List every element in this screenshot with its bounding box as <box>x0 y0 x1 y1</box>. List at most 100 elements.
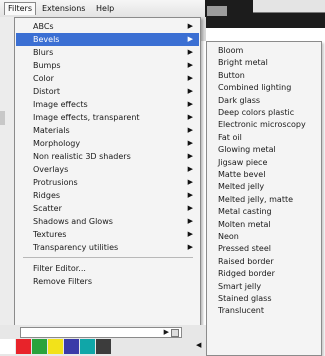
bevels-submenu-item[interactable]: Button <box>208 70 320 82</box>
bevels-submenu-item[interactable]: Dark glass <box>208 95 320 107</box>
bevels-submenu-item[interactable]: Melted jelly <box>208 181 320 193</box>
submenu-arrow-icon: ▶ <box>187 152 193 160</box>
menu-item-label: Distort <box>33 87 61 96</box>
menu-item-label: Blurs <box>33 48 54 57</box>
color-swatch[interactable] <box>16 339 31 354</box>
submenu-arrow-icon: ▶ <box>187 126 193 134</box>
submenu-arrow-icon: ▶ <box>187 113 193 121</box>
bevels-submenu-item[interactable]: Electronic microscopy <box>208 119 320 131</box>
menu-item-label: Overlays <box>33 165 69 174</box>
menu-item-label: Image effects, transparent <box>33 113 140 122</box>
submenu-arrow-icon: ▶ <box>187 87 193 95</box>
filters-menu-item[interactable]: Non realistic 3D shaders ▶ <box>16 150 199 163</box>
color-swatch[interactable] <box>80 339 95 354</box>
bevels-submenu-item[interactable]: Molten metal <box>208 219 320 231</box>
submenu-arrow-icon: ▶ <box>187 35 193 43</box>
submenu-arrow-icon: ▶ <box>187 191 193 199</box>
bevels-submenu-item[interactable]: Neon <box>208 231 320 243</box>
filters-menu-item[interactable]: Bevels ▶ <box>16 33 199 46</box>
bevels-submenu-item[interactable]: Fat oil <box>208 132 320 144</box>
menu-item-label: Scatter <box>33 204 62 213</box>
bevels-submenu-item[interactable]: Glowing metal <box>208 144 320 156</box>
bevels-submenu-item[interactable]: Bright metal <box>208 57 320 69</box>
left-scrollbar[interactable] <box>0 111 5 125</box>
bevels-submenu-item[interactable]: Deep colors plastic <box>208 107 320 119</box>
bevels-submenu-item[interactable]: Smart jelly <box>208 281 320 293</box>
menu-item-label: Bumps <box>33 61 61 70</box>
submenu-arrow-icon: ▶ <box>187 230 193 238</box>
left-panel <box>0 17 14 337</box>
toolbar-block <box>207 6 227 16</box>
bevels-submenu-item[interactable]: Metal casting <box>208 206 320 218</box>
palette-scroll-arrow-icon[interactable]: ◀ <box>196 341 201 349</box>
menu-item-label: Ridges <box>33 191 61 200</box>
window-tab[interactable] <box>253 0 325 13</box>
filters-menu-item[interactable]: Blurs ▶ <box>16 46 199 59</box>
color-swatch[interactable] <box>48 339 63 354</box>
color-swatch[interactable] <box>32 339 47 354</box>
filters-menu-item[interactable]: Image effects ▶ <box>16 98 199 111</box>
menu-item-label: Color <box>33 74 54 83</box>
bevels-submenu-item[interactable]: Translucent <box>208 305 320 317</box>
submenu-arrow-icon: ▶ <box>187 48 193 56</box>
filters-menu: ABCs ▶ Bevels ▶ Blurs ▶ Bumps ▶ Color ▶ Distort ▶ Im… <box>14 17 201 327</box>
menu-item-label: Non realistic 3D shaders <box>33 152 131 161</box>
menu-item-label: Textures <box>33 230 67 239</box>
filters-menu-item[interactable]: Scatter ▶ <box>16 202 199 215</box>
bevels-submenu-item[interactable]: Ridged border <box>208 268 320 280</box>
filters-menu-item[interactable]: Morphology ▶ <box>16 137 199 150</box>
filters-menu-item[interactable]: Materials ▶ <box>16 124 199 137</box>
menu-item-label: Shadows and Glows <box>33 217 113 226</box>
color-swatch[interactable] <box>64 339 79 354</box>
filters-menu-footer-item[interactable]: Remove Filters <box>16 275 199 288</box>
bevels-submenu-item[interactable]: Raised border <box>208 256 320 268</box>
submenu-arrow-icon: ▶ <box>187 204 193 212</box>
bevels-submenu-item[interactable]: Bloom <box>208 45 320 57</box>
bevels-submenu-item[interactable]: Jigsaw piece <box>208 157 320 169</box>
menu-item-label: ABCs <box>33 22 54 31</box>
scroll-right-arrow-icon[interactable]: ▶ <box>164 328 169 337</box>
bevels-submenu-item[interactable]: Combined lighting <box>208 82 320 94</box>
color-swatch[interactable] <box>0 339 15 354</box>
filters-menu-item[interactable]: Distort ▶ <box>16 85 199 98</box>
submenu-arrow-icon: ▶ <box>187 243 193 251</box>
filters-menu-item[interactable]: Protrusions ▶ <box>16 176 199 189</box>
submenu-arrow-icon: ▶ <box>187 217 193 225</box>
filters-menu-item[interactable]: Transparency utilities ▶ <box>16 241 199 254</box>
menu-extensions[interactable]: Extensions <box>42 4 85 13</box>
filters-menu-item[interactable]: ABCs ▶ <box>16 20 199 33</box>
filters-menu-footer-item[interactable]: Filter Editor... <box>16 262 199 275</box>
filters-menu-item[interactable]: Textures ▶ <box>16 228 199 241</box>
color-swatch[interactable] <box>96 339 111 354</box>
bevels-submenu-item[interactable]: Stained glass <box>208 293 320 305</box>
menu-item-label: Bevels <box>33 35 60 44</box>
bevels-submenu-item[interactable]: Pressed steel <box>208 243 320 255</box>
menu-help[interactable]: Help <box>96 4 114 13</box>
canvas-background <box>205 0 325 28</box>
menu-item-label: Filter Editor... <box>33 264 86 273</box>
bevels-submenu: Bloom Bright metal Button Combined lighting… <box>206 41 322 356</box>
submenu-arrow-icon: ▶ <box>187 165 193 173</box>
color-palette <box>0 339 112 354</box>
filters-menu-item[interactable]: Image effects, transparent ▶ <box>16 111 199 124</box>
menu-item-label: Protrusions <box>33 178 78 187</box>
filters-menu-item[interactable]: Color ▶ <box>16 72 199 85</box>
submenu-arrow-icon: ▶ <box>187 100 193 108</box>
menu-separator <box>23 257 193 258</box>
horizontal-scrollbar[interactable]: ▶ <box>20 327 182 338</box>
scroll-corner-icon[interactable] <box>171 329 179 337</box>
bottom-toolbar: ▶ ◀ <box>0 325 206 356</box>
menu-item-label: Image effects <box>33 100 88 109</box>
filters-menu-item[interactable]: Shadows and Glows ▶ <box>16 215 199 228</box>
bevels-submenu-item[interactable]: Melted jelly, matte <box>208 194 320 206</box>
submenu-arrow-icon: ▶ <box>187 178 193 186</box>
filters-menu-item[interactable]: Ridges ▶ <box>16 189 199 202</box>
menu-item-label: Transparency utilities <box>33 243 119 252</box>
submenu-arrow-icon: ▶ <box>187 61 193 69</box>
filters-menu-item[interactable]: Bumps ▶ <box>16 59 199 72</box>
bevels-submenu-item[interactable]: Matte bevel <box>208 169 320 181</box>
filters-menu-item[interactable]: Overlays ▶ <box>16 163 199 176</box>
menu-filters[interactable]: Filters <box>4 2 36 15</box>
submenu-arrow-icon: ▶ <box>187 74 193 82</box>
menu-item-label: Morphology <box>33 139 81 148</box>
